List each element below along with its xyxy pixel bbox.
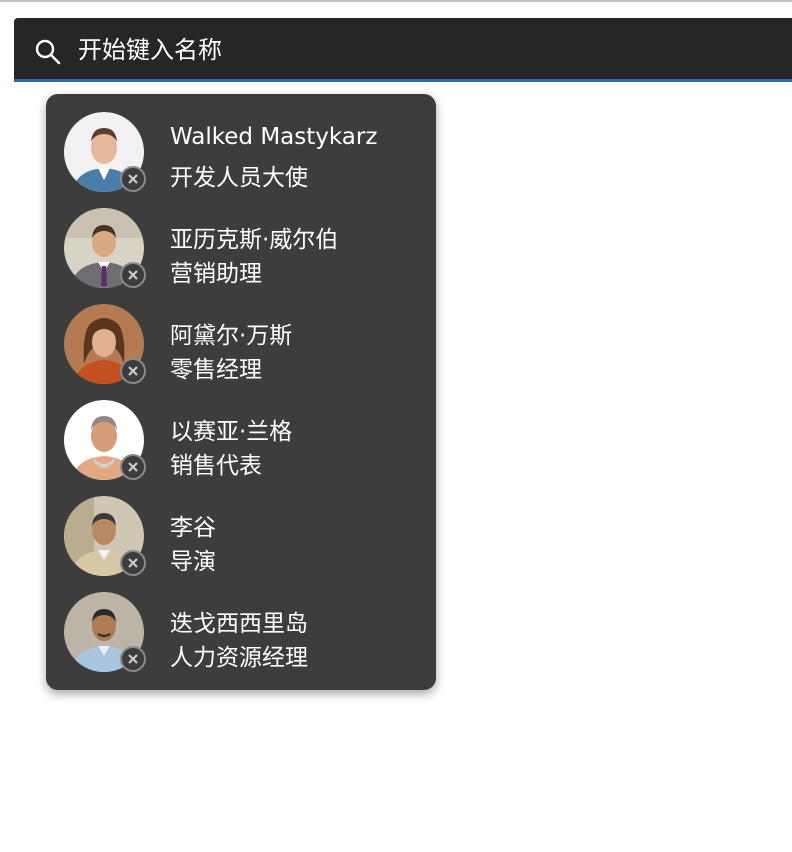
remove-person-button[interactable] xyxy=(120,454,146,480)
person-job-title: 营销助理 xyxy=(170,261,262,287)
person-name: 以赛亚·兰格 xyxy=(170,419,293,445)
close-icon xyxy=(128,558,138,568)
person-job-title: 导演 xyxy=(170,549,216,575)
person-name: 亚历克斯·威尔伯 xyxy=(170,227,339,253)
remove-person-button[interactable] xyxy=(120,358,146,384)
person-name: 阿黛尔·万斯 xyxy=(170,323,293,349)
person-item[interactable]: 亚历克斯·威尔伯 营销助理 xyxy=(46,190,436,288)
person-item[interactable]: 阿黛尔·万斯 零售经理 xyxy=(46,286,436,384)
person-job-title: 零售经理 xyxy=(170,357,262,383)
close-icon xyxy=(128,270,138,280)
person-job-title: 人力资源经理 xyxy=(170,645,308,671)
remove-person-button[interactable] xyxy=(120,166,146,192)
close-icon xyxy=(128,366,138,376)
remove-person-button[interactable] xyxy=(120,262,146,288)
person-job-title: 销售代表 xyxy=(170,453,262,479)
people-suggestions-panel: Walked Mastykarz 开发人员大使 亚历克斯·威尔伯 营销助理 阿黛… xyxy=(46,94,436,690)
remove-person-button[interactable] xyxy=(120,550,146,576)
search-input[interactable] xyxy=(78,32,758,68)
person-name: Walked Mastykarz xyxy=(170,124,378,150)
close-icon xyxy=(128,462,138,472)
search-icon xyxy=(34,38,62,66)
close-icon xyxy=(128,654,138,664)
person-name: 李谷 xyxy=(170,515,216,541)
close-icon xyxy=(128,174,138,184)
person-job-title: 开发人员大使 xyxy=(170,165,308,191)
top-divider xyxy=(0,0,792,2)
people-search-box[interactable] xyxy=(14,18,792,82)
person-item[interactable]: Walked Mastykarz 开发人员大使 xyxy=(46,94,436,192)
remove-person-button[interactable] xyxy=(120,646,146,672)
person-item[interactable]: 以赛亚·兰格 销售代表 xyxy=(46,382,436,480)
person-item[interactable]: 李谷 导演 xyxy=(46,478,436,576)
person-item[interactable]: 迭戈西西里岛 人力资源经理 xyxy=(46,574,436,672)
person-name: 迭戈西西里岛 xyxy=(170,611,308,637)
